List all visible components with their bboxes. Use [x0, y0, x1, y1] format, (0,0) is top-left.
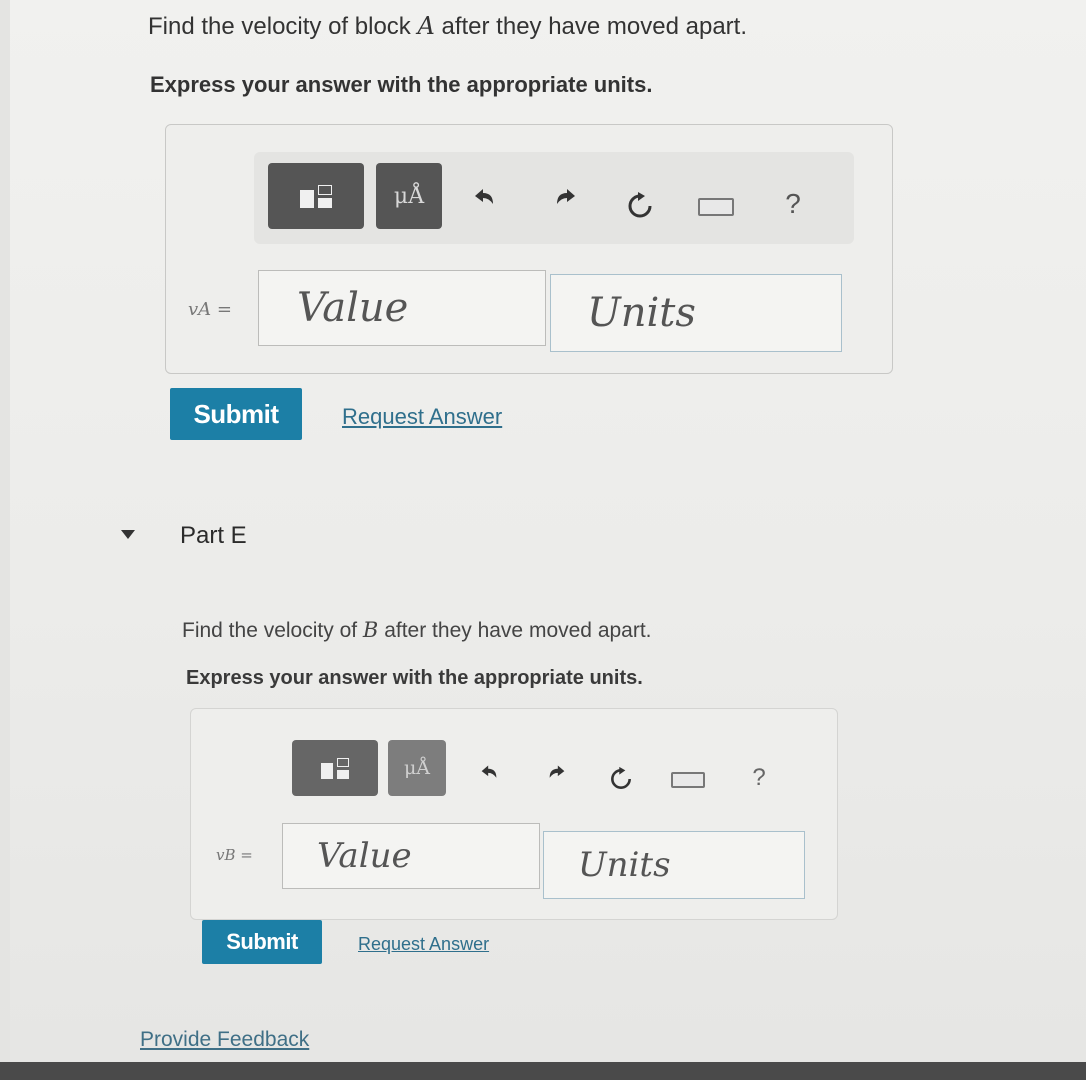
- part-d-instruction: Express your answer with the appropriate…: [150, 72, 653, 97]
- part-e-title[interactable]: Part E: [180, 522, 247, 550]
- value-placeholder: Value: [317, 836, 412, 876]
- block-variable: B: [362, 618, 379, 642]
- units-button[interactable]: μÅ: [388, 740, 446, 796]
- reset-icon: [611, 766, 631, 789]
- question-text: Find the velocity of: [182, 619, 363, 642]
- keyboard-button[interactable]: [668, 768, 708, 792]
- undo-button[interactable]: [466, 180, 502, 214]
- templates-button[interactable]: [268, 163, 364, 229]
- redo-button[interactable]: [542, 758, 572, 786]
- help-icon: ?: [752, 764, 766, 791]
- reset-button[interactable]: [620, 186, 660, 226]
- undo-button[interactable]: [474, 758, 504, 786]
- units-placeholder: Units: [587, 290, 696, 336]
- undo-icon: [481, 765, 497, 778]
- part-e-instruction: Express your answer with the appropriate…: [186, 667, 643, 689]
- part-d-variable-label: vA =: [188, 299, 232, 320]
- redo-icon: [557, 189, 575, 204]
- part-d-value-input[interactable]: Value: [258, 270, 546, 346]
- keyboard-icon: [698, 198, 734, 216]
- question-text-end: after they have moved apart.: [378, 619, 652, 642]
- units-icon: μÅ: [393, 183, 425, 209]
- reset-icon: [628, 192, 652, 218]
- templates-button[interactable]: [292, 740, 378, 796]
- question-text-end: after they have moved apart.: [434, 13, 747, 40]
- keyboard-button[interactable]: [694, 194, 738, 220]
- help-button[interactable]: ?: [744, 760, 774, 796]
- block-variable: A: [417, 12, 435, 40]
- part-e-request-answer-link[interactable]: Request Answer: [358, 934, 489, 955]
- part-e-variable-label: vB =: [216, 846, 253, 864]
- templates-icon: [321, 757, 349, 779]
- keyboard-icon: [671, 772, 705, 788]
- units-button[interactable]: μÅ: [376, 163, 442, 229]
- part-e-question: Find the velocity of B after they have m…: [182, 618, 652, 643]
- units-placeholder: Units: [578, 845, 671, 885]
- part-e-units-input[interactable]: Units: [543, 831, 805, 899]
- part-d-request-answer-link[interactable]: Request Answer: [342, 404, 502, 430]
- question-text: Find the velocity of block: [148, 13, 418, 40]
- part-d-question: Find the velocity of block A after they …: [148, 12, 747, 41]
- redo-button[interactable]: [548, 180, 584, 214]
- undo-icon: [475, 189, 493, 204]
- collapse-caret-icon[interactable]: [121, 530, 135, 539]
- redo-icon: [549, 765, 565, 778]
- help-icon: ?: [785, 188, 801, 219]
- part-e-submit-button[interactable]: Submit: [202, 920, 322, 964]
- part-d-submit-button[interactable]: Submit: [170, 388, 302, 440]
- reset-button[interactable]: [604, 762, 638, 796]
- templates-icon: [300, 184, 332, 208]
- value-placeholder: Value: [297, 285, 409, 331]
- help-button[interactable]: ?: [776, 184, 810, 224]
- provide-feedback-link[interactable]: Provide Feedback: [140, 1028, 309, 1052]
- units-icon: μÅ: [403, 757, 431, 779]
- part-e-value-input[interactable]: Value: [282, 823, 540, 889]
- screen-bezel: [0, 1062, 1086, 1080]
- part-d-units-input[interactable]: Units: [550, 274, 842, 352]
